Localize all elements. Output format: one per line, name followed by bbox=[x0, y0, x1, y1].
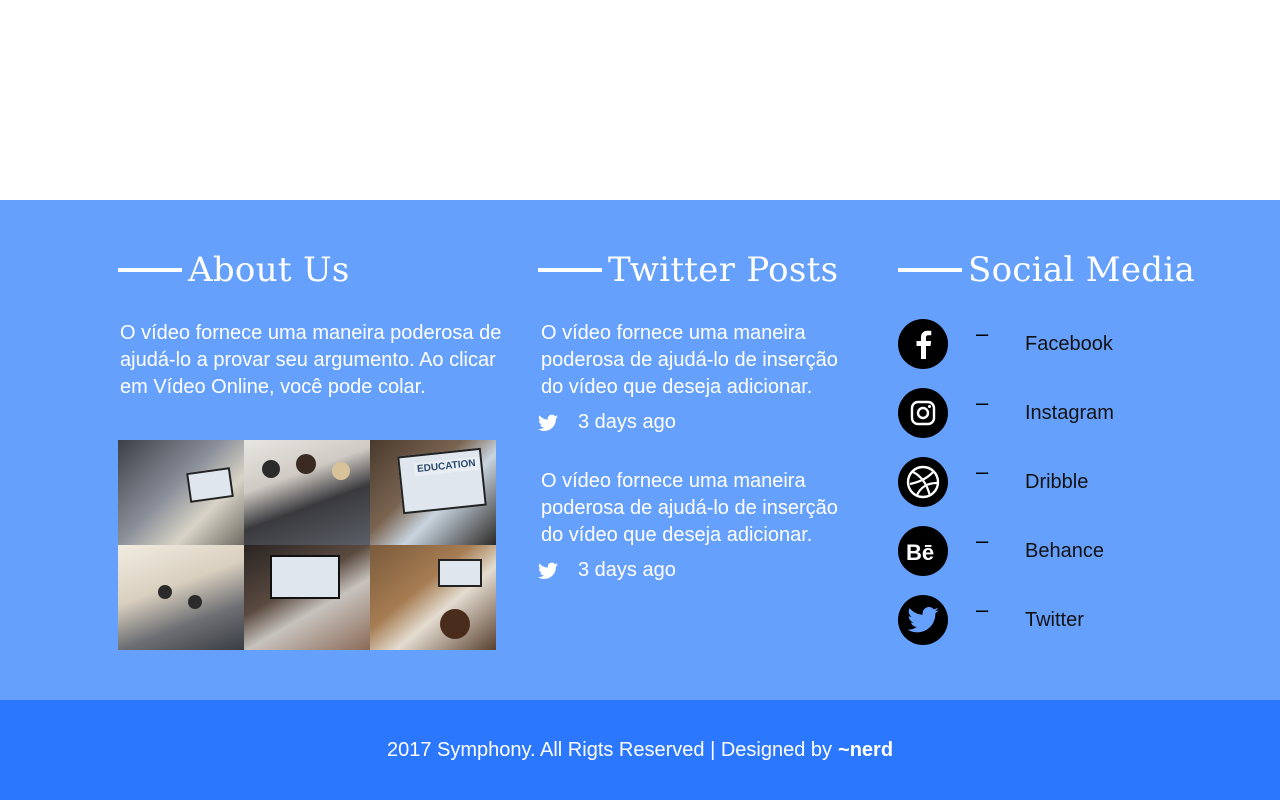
designer-link[interactable]: ~nerd bbox=[838, 739, 893, 762]
twitter-bird-icon bbox=[538, 562, 558, 579]
laptop-screen-shape bbox=[438, 559, 482, 587]
person-shape bbox=[440, 609, 470, 639]
laptop-screen-shape bbox=[270, 555, 340, 599]
social-link-dribbble[interactable]: – Dribble bbox=[898, 456, 1088, 508]
tweet-time: 3 days ago bbox=[578, 559, 676, 581]
social-title: Social Media bbox=[898, 250, 1195, 290]
business-team-photo[interactable] bbox=[244, 440, 370, 545]
tweet-text: O vídeo fornece uma maneira poderosa de … bbox=[541, 470, 838, 546]
copyright-bar: 2017 Symphony. All Rigts Reserved | Desi… bbox=[0, 700, 1280, 800]
twitter-bird-icon bbox=[538, 414, 558, 431]
dash: – bbox=[976, 528, 989, 553]
behance-icon[interactable]: Bē bbox=[898, 526, 948, 576]
social-label[interactable]: Facebook bbox=[1025, 333, 1113, 356]
photo-gallery: EDUCATION bbox=[118, 440, 496, 650]
facebook-icon[interactable] bbox=[898, 319, 948, 369]
tweet-time: 3 days ago bbox=[578, 411, 676, 433]
social-link-facebook[interactable]: – Facebook bbox=[898, 318, 1113, 370]
title-line bbox=[538, 268, 602, 272]
dash: – bbox=[976, 459, 989, 484]
person-shape bbox=[296, 454, 316, 474]
dash: – bbox=[976, 390, 989, 415]
title-line bbox=[898, 268, 962, 272]
title-line bbox=[118, 268, 182, 272]
office-meeting-photo[interactable] bbox=[118, 440, 244, 545]
person-shape bbox=[188, 595, 202, 609]
social-link-instagram[interactable]: – Instagram bbox=[898, 387, 1114, 439]
copyright-text: 2017 Symphony. All Rigts Reserved | Desi… bbox=[386, 738, 833, 761]
tablet-shape bbox=[186, 467, 234, 503]
social-link-behance[interactable]: Bē – Behance bbox=[898, 525, 1104, 577]
social-label[interactable]: Dribble bbox=[1025, 471, 1088, 494]
person-shape bbox=[158, 585, 172, 599]
social-label[interactable]: Twitter bbox=[1025, 609, 1084, 632]
social-label[interactable]: Instagram bbox=[1025, 402, 1114, 425]
twitter-title: Twitter Posts bbox=[538, 250, 838, 290]
tweet-text: O vídeo fornece uma maneira poderosa de … bbox=[541, 322, 838, 398]
person-shape bbox=[332, 462, 350, 480]
social-title-text: Social Media bbox=[968, 250, 1196, 290]
typing-laptop-photo[interactable] bbox=[244, 545, 370, 650]
instagram-icon[interactable] bbox=[898, 388, 948, 438]
dash: – bbox=[976, 597, 989, 622]
person-shape bbox=[262, 460, 280, 478]
about-title-text: About Us bbox=[188, 250, 350, 290]
tweet-meta: 3 days ago bbox=[538, 411, 676, 434]
desk-workspace-photo[interactable] bbox=[370, 545, 496, 650]
about-title: About Us bbox=[118, 250, 350, 290]
social-link-twitter[interactable]: – Twitter bbox=[898, 594, 1084, 646]
dash: – bbox=[976, 321, 989, 346]
svg-text:Bē: Bē bbox=[906, 540, 934, 562]
dribbble-icon[interactable] bbox=[898, 457, 948, 507]
twitter-icon[interactable] bbox=[898, 595, 948, 645]
twitter-title-text: Twitter Posts bbox=[608, 250, 839, 290]
education-laptop-photo[interactable]: EDUCATION bbox=[370, 440, 496, 545]
conference-room-photo[interactable] bbox=[118, 545, 244, 650]
about-text: O vídeo fornece uma maneira poderosa de … bbox=[120, 322, 502, 398]
top-blank-area bbox=[0, 0, 1280, 200]
tweet-meta: 3 days ago bbox=[538, 559, 676, 582]
social-label[interactable]: Behance bbox=[1025, 540, 1104, 563]
